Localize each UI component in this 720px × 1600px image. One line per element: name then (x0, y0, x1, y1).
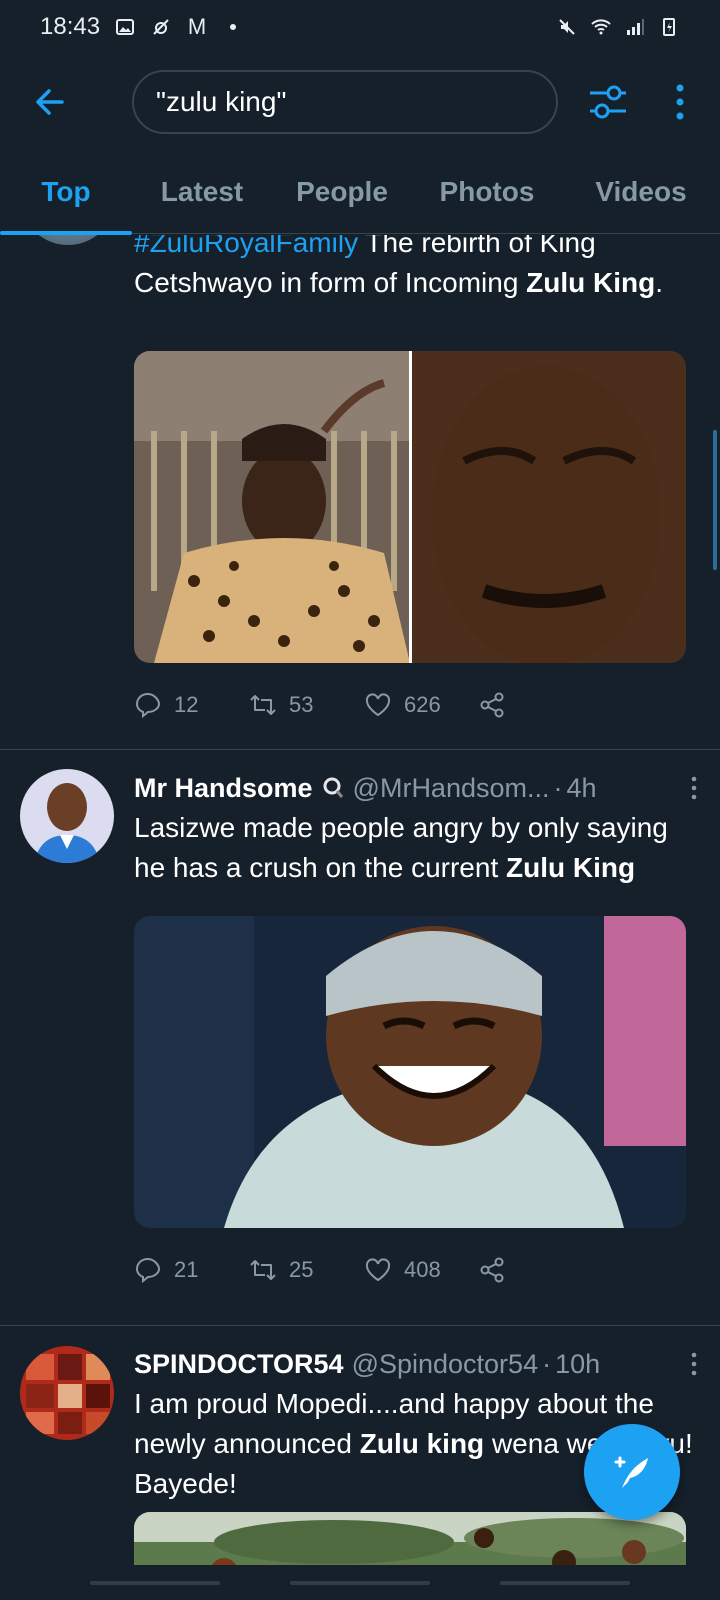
more-options-button[interactable] (668, 82, 692, 122)
compose-feather-icon (614, 1456, 648, 1488)
user-name[interactable]: SPINDOCTOR54 (134, 1349, 344, 1380)
tweet[interactable]: #ZuluRoyalFamily The rebirth of King Cet… (0, 235, 720, 735)
retweet-icon (250, 695, 276, 715)
wifi-icon (590, 17, 612, 37)
like-button[interactable]: 408 (364, 1256, 479, 1284)
tweet-image[interactable] (134, 1512, 686, 1565)
photo-collage (134, 351, 686, 663)
tweet-header: Mr Handsome @MrHandsom... · 4h (134, 768, 700, 808)
nav-back-button[interactable] (500, 1581, 630, 1585)
scrollbar[interactable] (713, 430, 717, 570)
like-count: 408 (404, 1257, 441, 1282)
tweet-text-highlight: Zulu king (359, 1428, 485, 1459)
tab-top[interactable]: Top (0, 150, 132, 235)
signal-icon (624, 17, 646, 37)
tweet-header: SPINDOCTOR54 @Spindoctor54 · 10h (134, 1344, 700, 1384)
share-icon (480, 692, 504, 718)
user-handle[interactable]: @Spindoctor54 (352, 1349, 539, 1380)
share-button[interactable] (479, 1256, 594, 1284)
mail-icon: M (187, 14, 207, 39)
tab-label: Photos (439, 176, 535, 207)
tweet[interactable]: Mr Handsome @MrHandsom... · 4h Lasizwe m… (0, 750, 720, 1300)
battery-charging-icon (658, 17, 680, 37)
tab-videos[interactable]: Videos (562, 150, 720, 234)
user-handle[interactable]: @MrHandsom... (353, 773, 550, 804)
separator-dot: · (542, 1348, 552, 1379)
tweet-more-icon[interactable] (688, 774, 700, 802)
tab-latest[interactable]: Latest (132, 150, 272, 234)
filter-sliders-icon (590, 85, 626, 119)
tweet-text-highlight: Zulu King (506, 852, 636, 883)
avatar[interactable] (20, 235, 116, 245)
tweet-time: 4h (566, 772, 597, 803)
retweet-button[interactable]: 25 (249, 1256, 364, 1284)
tab-label: Videos (595, 176, 687, 207)
reply-button[interactable]: 21 (134, 1256, 249, 1284)
more-vertical-icon (676, 84, 684, 120)
tab-people[interactable]: People (272, 150, 412, 234)
back-button[interactable] (30, 82, 70, 122)
like-count: 626 (404, 692, 441, 717)
search-query-text: "zulu king" (156, 86, 287, 117)
tab-photos[interactable]: Photos (412, 150, 562, 234)
share-button[interactable] (479, 691, 594, 719)
separator-dot: · (553, 772, 563, 803)
avatar-image (20, 1346, 114, 1440)
tweet-text: Lasizwe made people angry by only saying… (134, 808, 700, 888)
tweet-image[interactable] (134, 351, 686, 663)
hashtag-link[interactable]: #ZuluRoyalFamily (134, 235, 358, 258)
search-header: "zulu king" (0, 54, 720, 150)
tweet-image[interactable] (134, 916, 686, 1228)
like-icon (365, 1258, 391, 1282)
user-name[interactable]: Mr Handsome (134, 773, 313, 804)
search-input[interactable]: "zulu king" (132, 70, 558, 134)
gallery-icon (114, 17, 136, 37)
reply-icon (135, 692, 161, 719)
tweet-text: #ZuluRoyalFamily The rebirth of King Cet… (134, 235, 700, 303)
system-navigation-bar (0, 1565, 720, 1600)
photo (134, 1512, 686, 1565)
retweet-count: 25 (289, 1257, 314, 1282)
tab-label: People (296, 176, 388, 207)
reply-icon (135, 1257, 161, 1284)
tab-label: Latest (160, 176, 244, 207)
more-notifications-dot-icon (222, 17, 244, 37)
compose-tweet-button[interactable] (584, 1424, 680, 1520)
avatar[interactable] (20, 769, 114, 863)
tweet-actions: 21 25 408 (134, 1250, 594, 1290)
reply-count: 21 (174, 1257, 199, 1282)
search-filter-button[interactable] (586, 80, 630, 124)
nav-home-button[interactable] (290, 1581, 430, 1585)
search-results-feed[interactable]: #ZuluRoyalFamily The rebirth of King Cet… (0, 235, 720, 1565)
photo (134, 916, 686, 1228)
search-tabs: Top Latest People Photos Videos (0, 150, 720, 235)
tweet-time: 10h (555, 1348, 601, 1379)
like-icon (365, 693, 391, 717)
tab-label: Top (41, 176, 91, 207)
avatar-image (20, 769, 114, 863)
nav-recent-button[interactable] (90, 1581, 220, 1585)
mute-notification-icon (150, 17, 172, 37)
clock: 18:43 (40, 13, 101, 40)
back-arrow-icon (36, 89, 64, 115)
tweet-actions: 12 53 626 (134, 685, 594, 725)
tweet-text-highlight: Zulu King (526, 267, 656, 298)
retweet-button[interactable]: 53 (249, 691, 364, 719)
like-button[interactable]: 626 (364, 691, 479, 719)
tweet-text-segment: . (655, 267, 664, 298)
retweet-icon (250, 1260, 276, 1280)
retweet-count: 53 (289, 692, 314, 717)
reply-count: 12 (174, 692, 199, 717)
reply-button[interactable]: 12 (134, 691, 249, 719)
share-icon (480, 1257, 504, 1283)
status-bar: 18:43 M (0, 0, 720, 54)
magnifier-emoji-icon (321, 776, 345, 800)
avatar[interactable] (20, 1346, 114, 1440)
tweet-more-icon[interactable] (688, 1350, 700, 1378)
silent-mode-icon (556, 17, 578, 37)
